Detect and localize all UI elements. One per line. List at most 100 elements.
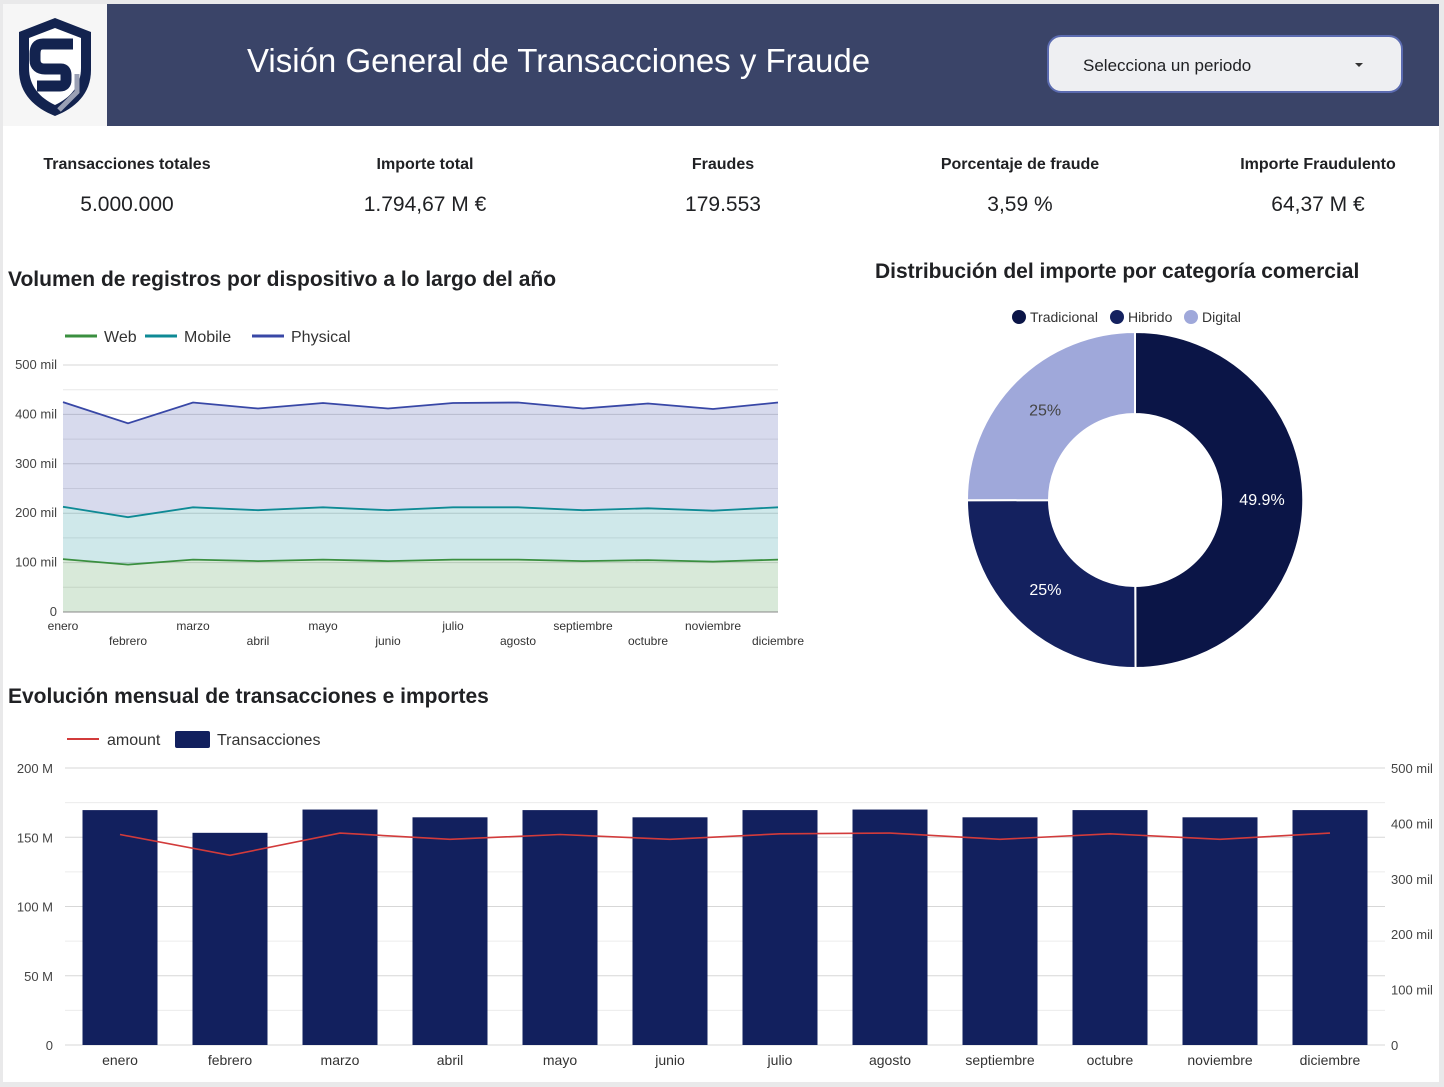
shield-logo-icon: [19, 18, 91, 116]
y-right-tick-label: 400 mil: [1391, 816, 1433, 831]
x-tick-label: noviembre: [685, 619, 741, 633]
series-line-amount: [119, 832, 1331, 857]
kpi-fraud-amount: Importe Fraudulento 64,37 M €: [1188, 156, 1439, 217]
x-tick-label: abril: [437, 1052, 463, 1068]
legend-label: Tradicional: [1030, 309, 1098, 325]
x-tick-label: enero: [102, 1052, 138, 1068]
kpi-value: 5.000.000: [80, 193, 174, 216]
x-tick-label: diciembre: [1300, 1052, 1361, 1068]
kpi-label: Importe Fraudulento: [1240, 156, 1396, 173]
page-title: Visión General de Transacciones y Fraude: [247, 42, 871, 79]
y-right-tick-label: 200 mil: [1391, 927, 1433, 942]
y-left-tick-label: 150 M: [17, 830, 53, 845]
y-tick-label: 300 mil: [15, 456, 57, 471]
x-tick-label: agosto: [500, 634, 536, 648]
y-tick-label: 0: [50, 604, 57, 619]
x-tick-label: octubre: [628, 634, 668, 648]
device-area-chart: 0 100 mil 200 mil 300 mil 400 mil 500 mil ener…: [15, 329, 804, 648]
monthly-combo-chart: 0 50 M 100 M 150 M 200 M 0 100 mil 200 mil 300 m…: [17, 731, 1433, 1068]
kpi-total-transactions: Transacciones totales 5.000.000: [3, 156, 257, 217]
bar-transacciones: [522, 810, 598, 1045]
y-left-tick-label: 200 M: [17, 761, 53, 776]
y-left-tick-label: 0: [46, 1038, 53, 1053]
x-tick-label: noviembre: [1187, 1052, 1253, 1068]
area-chart-title: Volumen de registros por dispositivo a l…: [8, 268, 557, 291]
x-tick-label: junio: [654, 1052, 685, 1068]
bar-transacciones: [1072, 810, 1148, 1045]
x-tick-label: marzo: [321, 1052, 360, 1068]
x-tick-label: agosto: [869, 1052, 911, 1068]
legend-label: Web: [104, 329, 137, 346]
bar-transacciones: [302, 809, 378, 1045]
kpi-value: 64,37 M €: [1271, 193, 1365, 216]
kpi-value: 1.794,67 M €: [363, 193, 487, 216]
x-tick-label: febrero: [208, 1052, 253, 1068]
legend-swatch: [1110, 310, 1124, 324]
kpi-frauds: Fraudes 179.553: [593, 156, 853, 217]
logo: [3, 4, 107, 126]
y-right-tick-label: 100 mil: [1391, 983, 1433, 998]
legend-label: Physical: [291, 329, 351, 346]
area-web: [63, 559, 778, 612]
legend-label: Digital: [1202, 309, 1241, 325]
bar-transacciones: [852, 809, 928, 1045]
x-tick-label: junio: [374, 634, 401, 648]
y-tick-label: 100 mil: [15, 555, 57, 570]
area-physical: [63, 402, 778, 518]
x-tick-label: diciembre: [752, 634, 804, 648]
x-tick-label: febrero: [109, 634, 147, 648]
x-tick-label: abril: [247, 634, 270, 648]
x-tick-label: septiembre: [553, 619, 613, 633]
y-tick-label: 400 mil: [15, 406, 57, 421]
legend-swatch: [175, 731, 210, 748]
x-tick-label: marzo: [176, 619, 210, 633]
slice-label: 25%: [1029, 402, 1061, 419]
legend-label: amount: [107, 732, 161, 749]
category-donut-chart: 49.9% 25% 25% Tradicional Hibrido Digital: [965, 309, 1305, 670]
x-tick-label: mayo: [543, 1052, 577, 1068]
slice-label: 49.9%: [1239, 492, 1284, 509]
bar-transacciones: [1292, 810, 1368, 1045]
y-right-tick-label: 500 mil: [1391, 761, 1433, 776]
y-right-tick-label: 300 mil: [1391, 872, 1433, 887]
x-tick-label: julio: [767, 1052, 793, 1068]
y-left-tick-label: 100 M: [17, 900, 53, 915]
y-right-tick-label: 0: [1391, 1038, 1398, 1053]
slice-label: 25%: [1029, 582, 1061, 599]
kpi-value: 3,59 %: [987, 193, 1053, 216]
y-tick-label: 500 mil: [15, 357, 57, 372]
legend-swatch: [1012, 310, 1026, 324]
bar-transacciones: [632, 817, 708, 1045]
area-mobile: [63, 506, 778, 565]
bar-transacciones: [192, 832, 268, 1045]
bar-transacciones: [412, 817, 488, 1045]
bar-transacciones: [962, 817, 1038, 1045]
bar-transacciones: [1182, 817, 1258, 1045]
bar-transacciones: [82, 810, 158, 1045]
x-tick-label: enero: [48, 619, 79, 633]
kpi-fraud-percentage: Porcentaje de fraude 3,59 %: [890, 156, 1150, 217]
x-tick-label: octubre: [1087, 1052, 1134, 1068]
legend-label: Mobile: [184, 329, 231, 346]
kpi-value: 179.553: [685, 193, 761, 216]
legend-label: Transacciones: [217, 732, 320, 749]
chevron-down-icon: [1355, 63, 1363, 67]
dashboard: Visión General de Transacciones y Fraude…: [3, 4, 1439, 1082]
x-tick-label: septiembre: [965, 1052, 1034, 1068]
y-tick-label: 200 mil: [15, 505, 57, 520]
kpi-label: Transacciones totales: [43, 156, 211, 173]
kpi-label: Importe total: [376, 156, 474, 173]
kpi-label: Fraudes: [691, 156, 755, 173]
x-tick-label: julio: [441, 619, 464, 633]
combo-chart-title: Evolución mensual de transacciones e imp…: [8, 685, 489, 708]
legend-swatch: [1184, 310, 1198, 324]
x-tick-label: mayo: [308, 619, 338, 633]
period-dropdown-label: Selecciona un periodo: [1083, 56, 1252, 75]
y-left-tick-label: 50 M: [24, 969, 53, 984]
period-dropdown[interactable]: Selecciona un periodo: [1047, 35, 1403, 93]
bar-transacciones: [742, 810, 818, 1045]
header-bar: Visión General de Transacciones y Fraude…: [3, 4, 1439, 126]
donut-chart-title: Distribución del importe por categoría c…: [875, 260, 1360, 283]
legend-label: Hibrido: [1128, 309, 1173, 325]
kpi-label: Porcentaje de fraude: [940, 156, 1100, 173]
